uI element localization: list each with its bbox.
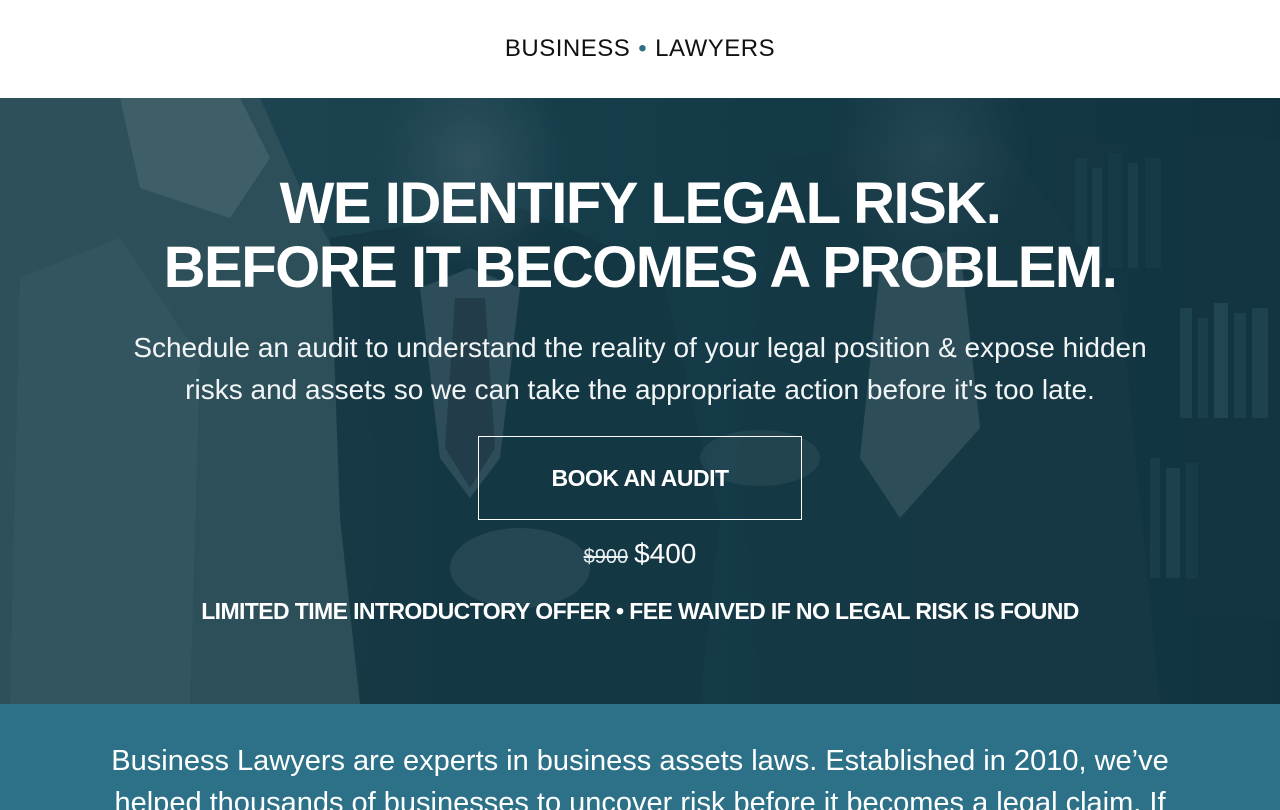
offer-text: LIMITED TIME INTRODUCTORY OFFER • FEE WA… xyxy=(201,598,1079,624)
site-header: BUSINESS • LAWYERS xyxy=(0,0,1280,98)
hero-headline: WE IDENTIFY LEGAL RISK. BEFORE IT BECOME… xyxy=(0,172,1280,300)
brand-logo[interactable]: BUSINESS • LAWYERS xyxy=(505,35,775,63)
original-price: $900 xyxy=(583,546,629,568)
about-section: Business Lawyers are experts in business… xyxy=(0,704,1280,810)
hero-headline-line2: BEFORE IT BECOMES A PROBLEM. xyxy=(163,235,1118,300)
hero-content: WE IDENTIFY LEGAL RISK. BEFORE IT BECOME… xyxy=(0,98,1280,704)
audit-price: $900 $400 xyxy=(0,538,1280,570)
discounted-price: $400 xyxy=(634,538,697,569)
hero-section: WE IDENTIFY LEGAL RISK. BEFORE IT BECOME… xyxy=(0,98,1280,704)
book-audit-button[interactable]: BOOK AN AUDIT xyxy=(478,436,802,520)
about-text: Business Lawyers are experts in business… xyxy=(111,745,1169,810)
hero-headline-line1: WE IDENTIFY LEGAL RISK. xyxy=(279,171,1002,236)
brand-name-business: BUSINESS xyxy=(504,35,631,62)
brand-separator-dot: • xyxy=(638,35,648,62)
hero-subtext: Schedule an audit to understand the real… xyxy=(133,332,1147,405)
brand-name-lawyers: LAWYERS xyxy=(655,35,776,62)
